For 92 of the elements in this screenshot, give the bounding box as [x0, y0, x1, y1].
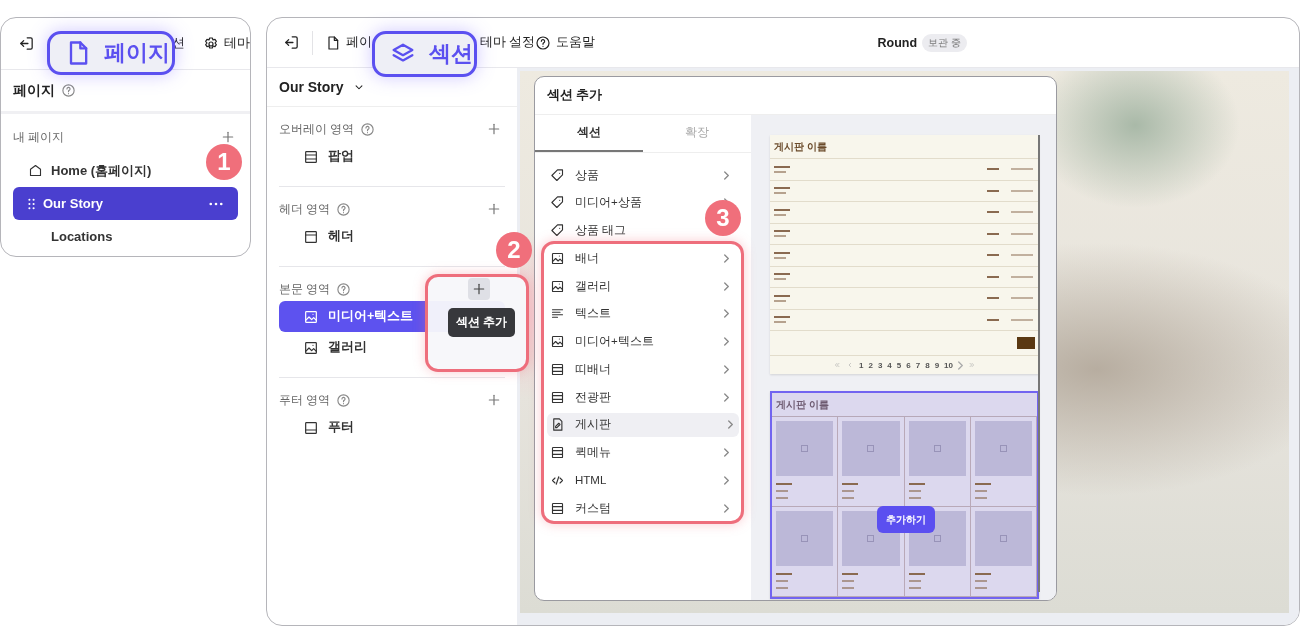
drag-handle-icon	[28, 197, 35, 210]
add-button[interactable]: 추가하기	[877, 506, 935, 533]
page-number: 3	[877, 360, 883, 370]
tag-icon	[550, 195, 565, 211]
section-label: 내 페이지	[13, 128, 65, 146]
section-type-item[interactable]: 퀵메뉴	[547, 440, 617, 465]
dialog-title: 섹션 추가	[547, 87, 603, 104]
help-icon	[336, 201, 352, 217]
board-title: 게시판 이름	[772, 393, 1037, 417]
more-icon	[209, 201, 223, 206]
section-type-item[interactable]: 갤러리	[547, 274, 617, 298]
page-item[interactable]: Home (홈페이지)	[13, 154, 167, 187]
page-item[interactable]: Locations	[13, 220, 128, 253]
header-layout-icon	[303, 228, 319, 245]
toolbar-tab[interactable]: 도움말	[535, 34, 596, 51]
document-edit-icon	[550, 417, 565, 433]
section-type-item[interactable]: 텍스트	[547, 301, 617, 326]
settings-icon	[203, 35, 219, 52]
write-button	[1017, 337, 1035, 349]
area-label: 본문 영역	[279, 280, 331, 298]
board-template-card[interactable]: 게시판 이름 1 2 3 4 5 6 7 8 9 10	[770, 135, 1039, 374]
section-type-item[interactable]: 미디어+텍스트	[547, 329, 660, 354]
panel-icon	[550, 389, 565, 405]
image-icon	[550, 334, 565, 349]
footer-layout-icon	[303, 419, 319, 436]
section-type-item[interactable]: 띠배너	[547, 357, 617, 382]
plus-icon	[471, 281, 487, 297]
help-icon	[336, 392, 352, 408]
section-type-item[interactable]: 상품 태그	[547, 218, 633, 243]
plus-icon	[220, 129, 236, 145]
section-item[interactable]: 헤더	[279, 221, 362, 252]
area-label: 푸터 영역	[279, 391, 331, 409]
plus-icon	[486, 392, 502, 408]
section-type-item[interactable]: 전광판	[547, 385, 617, 409]
zoomed-tab-callout: 섹션	[372, 31, 477, 77]
status-badge: 보관 중	[922, 33, 967, 52]
image-icon	[303, 308, 319, 325]
page-number: 2	[868, 360, 873, 370]
section-type-item[interactable]: 배너	[547, 246, 605, 271]
plus-icon	[486, 201, 502, 217]
page-number: 9	[934, 360, 940, 370]
page-number: 6	[906, 360, 911, 370]
section-type-item[interactable]: 미디어+상품	[547, 190, 648, 215]
page-item[interactable]: Our Story	[13, 187, 238, 220]
image-icon	[550, 250, 565, 266]
page-number: 10	[944, 360, 953, 370]
section-type-item[interactable]: 커스텀	[547, 496, 617, 520]
section-type-item[interactable]: 상품	[547, 163, 605, 187]
add-page-button[interactable]	[220, 129, 236, 145]
exit-icon	[283, 34, 300, 51]
toolbar-tab[interactable]: 페이	[325, 34, 372, 51]
panel-icon	[550, 445, 565, 460]
panel-icon	[550, 500, 565, 516]
tag-icon	[550, 167, 565, 183]
file-icon	[325, 34, 341, 51]
chevron-left-icon	[846, 361, 854, 369]
toolbar-tab[interactable]: 션	[172, 35, 185, 52]
site-name: Round	[877, 35, 918, 50]
home-icon	[28, 163, 43, 178]
help-icon	[535, 34, 552, 51]
double-chevron-left-icon	[833, 361, 841, 369]
panel-icon	[550, 361, 565, 377]
section-item[interactable]: 푸터	[279, 412, 362, 443]
tooltip: 섹션 추가	[447, 308, 515, 337]
help-icon	[336, 281, 352, 297]
page-number: 7	[915, 360, 921, 370]
add-section-button[interactable]	[468, 278, 490, 300]
zoomed-tab-callout: 페이지	[47, 31, 175, 75]
help-icon	[61, 83, 76, 98]
board-template-card[interactable]: 게시판 이름 추가하기	[770, 391, 1039, 599]
toolbar-tab[interactable]: 테마	[203, 35, 250, 52]
page-number: 8	[925, 360, 930, 370]
area-label: 오버레이 영역	[279, 120, 355, 138]
section-item[interactable]: 갤러리	[279, 332, 375, 363]
image-icon	[550, 278, 565, 294]
panel-title: 페이지	[13, 81, 55, 100]
double-chevron-right-icon	[968, 361, 976, 369]
page-number: 1	[859, 360, 864, 370]
toolbar-tab[interactable]: 테마 설정	[480, 34, 536, 51]
exit-icon	[18, 35, 35, 52]
tag-icon	[550, 223, 565, 238]
image-icon	[303, 339, 319, 356]
panel-icon	[303, 148, 319, 165]
page-number: 4	[887, 360, 892, 370]
section-item[interactable]: 팝업	[279, 141, 362, 172]
tab[interactable]: 섹션	[535, 115, 643, 152]
plus-icon	[486, 121, 502, 137]
help-icon	[360, 121, 376, 137]
page-number: 5	[896, 360, 902, 370]
area-label: 헤더 영역	[279, 200, 331, 218]
section-type-item[interactable]: 게시판	[547, 412, 739, 437]
section-type-item[interactable]: HTML	[547, 468, 613, 493]
